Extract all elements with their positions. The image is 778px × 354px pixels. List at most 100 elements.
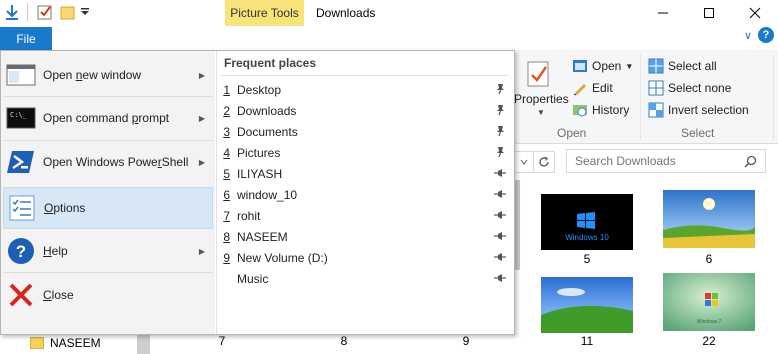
search-box[interactable] — [566, 149, 766, 173]
close-window-button[interactable] — [732, 0, 778, 26]
file-caption: 11 — [580, 334, 594, 348]
file-caption: 7 — [218, 334, 226, 348]
frequent-place-label: Documents — [237, 124, 298, 139]
help-icon: ? — [5, 235, 37, 267]
ribbon-group-separator — [773, 54, 774, 140]
open-group-label: Open — [557, 126, 587, 140]
open-button[interactable]: Open ▼ — [572, 56, 633, 76]
svg-text:?: ? — [16, 242, 26, 261]
invert-selection-button[interactable]: Invert selection — [648, 100, 749, 120]
minimize-button[interactable] — [640, 0, 686, 26]
edit-pencil-icon — [572, 80, 588, 96]
customize-quick-access-icon[interactable] — [80, 6, 96, 22]
landscape-flowers-image — [663, 190, 755, 248]
pin-icon[interactable] — [494, 251, 506, 263]
properties-large-icon[interactable] — [526, 60, 552, 88]
select-group-label: Select — [681, 126, 715, 140]
history-icon — [572, 102, 588, 118]
frequent-place-item[interactable]: 9 New Volume (D:) — [217, 247, 515, 268]
menu-item-close[interactable]: Close — [3, 275, 213, 315]
file-tab[interactable]: File — [0, 27, 52, 51]
frequent-place-number: 5 — [223, 166, 230, 181]
pinned-icon[interactable] — [494, 83, 506, 95]
history-button[interactable]: History — [572, 100, 629, 120]
help-question-icon[interactable]: ? — [758, 27, 774, 43]
select-none-label: Select none — [668, 81, 732, 95]
edit-button[interactable]: Edit — [572, 78, 613, 98]
frequent-place-item[interactable]: 5 ILIYASH — [217, 163, 515, 184]
search-icon[interactable] — [744, 155, 757, 171]
title-bar: Picture Tools Downloads — [0, 0, 778, 27]
frequent-place-item[interactable]: 7 rohit — [217, 205, 515, 226]
menu-divider — [3, 96, 213, 97]
menu-item-open-new-window[interactable]: Open new window ▶ — [3, 55, 213, 95]
nav-item-naseem[interactable]: NASEEM — [30, 336, 101, 350]
menu-item-open-powershell[interactable]: Open Windows PowerShell ▶ — [3, 142, 213, 182]
properties-quick-icon[interactable] — [37, 4, 53, 20]
picture-tools-tab[interactable]: Picture Tools — [225, 0, 304, 27]
frequent-place-item[interactable]: 3 Documents — [217, 121, 515, 142]
windows7-wallpaper-image: Windows 7 — [663, 273, 755, 331]
maximize-button[interactable] — [686, 0, 732, 26]
menu-divider — [3, 272, 213, 273]
frequent-place-item[interactable]: 2 Downloads — [217, 100, 515, 121]
file-caption: 9 — [462, 334, 470, 348]
new-folder-quick-icon[interactable] — [60, 4, 76, 20]
menu-item-options[interactable]: Options — [3, 187, 213, 229]
frequent-place-label: NASEEM — [237, 229, 288, 244]
frequent-place-label: Pictures — [237, 145, 281, 160]
open-dropdown-chevron-icon[interactable]: ▼ — [625, 62, 633, 71]
frequent-place-item[interactable]: 8 NASEEM — [217, 226, 515, 247]
pinned-icon[interactable] — [494, 146, 506, 158]
file-menu-commands: Open new window ▶ C:\_ Open command prom… — [1, 51, 215, 334]
bliss-wallpaper-image — [541, 277, 633, 333]
pinned-icon[interactable] — [494, 125, 506, 137]
svg-text:C:\_: C:\_ — [10, 111, 28, 119]
ribbon-group-separator — [640, 54, 641, 140]
window-title: Downloads — [316, 6, 376, 20]
select-none-icon — [648, 80, 664, 96]
frequent-places-header: Frequent places — [224, 56, 317, 70]
address-dropdown-chevron-icon[interactable] — [512, 151, 534, 173]
menu-item-help[interactable]: ? Help ▶ — [3, 231, 213, 271]
select-none-button[interactable]: Select none — [648, 78, 731, 98]
frequent-place-item[interactable]: 4 Pictures — [217, 142, 515, 163]
refresh-icon[interactable] — [533, 151, 555, 173]
pin-icon[interactable] — [494, 209, 506, 221]
frequent-place-label: New Volume (D:) — [237, 250, 328, 265]
properties-button[interactable]: Properties — [514, 92, 569, 106]
frequent-place-item[interactable]: 1 Desktop — [217, 79, 515, 100]
ribbon-collapse-chevron-icon[interactable]: ∨ — [744, 29, 752, 42]
thumb-text-win7: Windows 7 — [697, 319, 722, 325]
file-menu: Open new window ▶ C:\_ Open command prom… — [0, 50, 515, 335]
pin-icon[interactable] — [494, 167, 506, 179]
frequent-place-label: ILIYASH — [237, 166, 283, 181]
frequent-place-label: rohit — [237, 208, 261, 223]
open-icon — [572, 58, 588, 74]
frequent-place-item[interactable]: 6 window_10 — [217, 184, 515, 205]
frequent-place-number: 8 — [223, 229, 230, 244]
invert-selection-icon — [648, 102, 664, 118]
pin-icon[interactable] — [494, 230, 506, 242]
properties-dropdown-chevron-icon[interactable]: ▼ — [537, 108, 545, 117]
frequent-place-number: 2 — [223, 103, 230, 118]
select-all-button[interactable]: Select all — [648, 56, 717, 76]
pinned-icon[interactable] — [494, 104, 506, 116]
menu-item-open-command-prompt[interactable]: C:\_ Open command prompt ▶ — [3, 98, 213, 138]
folder-icon — [30, 337, 44, 349]
explorer-down-arrow-icon[interactable] — [4, 4, 20, 20]
thumb-text-win10: Windows 10 — [565, 233, 609, 242]
file-thumbnail[interactable]: Windows 7 — [663, 273, 755, 331]
frequent-places-panel: Frequent places 1 Desktop 2 Downloads 3 Docum… — [216, 51, 514, 334]
file-thumbnail[interactable]: Windows 10 — [541, 194, 633, 250]
frequent-place-item[interactable]: Music — [217, 268, 515, 289]
pin-icon[interactable] — [494, 188, 506, 200]
qa-divider — [27, 3, 28, 21]
file-thumbnail[interactable] — [663, 190, 755, 248]
pin-icon[interactable] — [494, 272, 506, 284]
file-thumbnail[interactable] — [541, 277, 633, 333]
search-input[interactable] — [567, 150, 737, 172]
frequent-place-label: window_10 — [237, 187, 298, 202]
edit-label: Edit — [592, 81, 613, 95]
submenu-arrow-icon: ▶ — [198, 157, 205, 167]
